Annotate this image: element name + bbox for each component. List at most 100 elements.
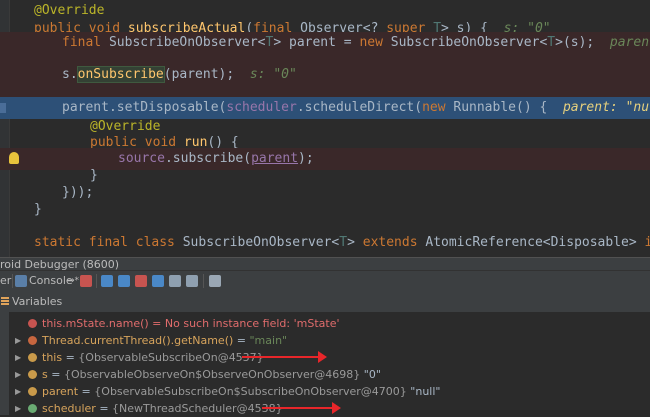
- variable-value: =: [47, 368, 64, 381]
- field-icon: [28, 353, 37, 362]
- toolbar-separator: [203, 274, 204, 288]
- step-out-icon[interactable]: [152, 275, 164, 287]
- keyword: new: [359, 35, 391, 50]
- code-text: .subscribe(: [164, 151, 252, 166]
- show-execution-point-icon[interactable]: [80, 275, 92, 287]
- variable-value: = No such instance field: 'mState': [148, 317, 340, 330]
- step-into-icon[interactable]: [118, 275, 130, 287]
- method-name: onSubscribe: [76, 66, 165, 83]
- debugger-toolbar: er Console →*: [0, 270, 650, 292]
- expand-icon[interactable]: ▶: [15, 349, 21, 366]
- code-text: >(s);: [555, 35, 595, 50]
- console-pin-icon[interactable]: →*: [67, 271, 79, 291]
- run-to-cursor-icon[interactable]: [186, 275, 198, 287]
- variable-entry: scheduler = {NewThreadScheduler@4538}: [42, 400, 283, 417]
- variable-entry: parent = {ObservableSubscribeOn$Subscrib…: [42, 383, 440, 400]
- variable-object-ref: {NewThreadScheduler@4538}: [112, 402, 283, 415]
- variable-name: this.mState.name(): [42, 317, 149, 330]
- console-icon: [15, 275, 27, 287]
- keyword: static final class: [34, 235, 183, 250]
- code-text: s.: [62, 67, 78, 82]
- code-text: SubscribeOnObserver<: [390, 35, 548, 50]
- variables-panel[interactable]: this.mState.name() = No such instance fi…: [0, 312, 650, 415]
- variable-value: =: [95, 402, 113, 415]
- code-text: > parent =: [273, 35, 360, 50]
- variable-value: =: [78, 385, 95, 398]
- variable-value: =: [62, 351, 79, 364]
- variable-row[interactable]: ▶ Thread.currentThread().getName() = "ma…: [0, 332, 650, 349]
- expand-icon[interactable]: ▶: [15, 383, 21, 400]
- code-line-3[interactable]: final SubscribeOnObserver<T> parent = ne…: [0, 32, 650, 54]
- code-text: (parent);: [163, 67, 235, 82]
- variable-row[interactable]: ▶ s = {ObservableObserveOn$ObserveOnObse…: [0, 366, 650, 383]
- variable-ref: parent: [251, 151, 299, 166]
- annotation-arrow-scheduler: [262, 402, 341, 414]
- code-line-11[interactable]: }: [0, 199, 650, 221]
- variable-entry: this = {ObservableSubscribeOn@4537}: [42, 349, 264, 366]
- code-text: >: [347, 235, 363, 250]
- variables-title: Variables: [12, 295, 63, 308]
- variable-tostring: "null": [406, 385, 441, 398]
- variable-name: parent: [42, 385, 79, 398]
- lightbulb-icon[interactable]: [9, 152, 19, 164]
- variable-entry: s = {ObservableObserveOn$ObserveOnObserv…: [42, 366, 381, 383]
- watch-icon: [28, 336, 37, 345]
- variable-name: this: [42, 351, 63, 364]
- inline-debug-value: parent: "null": [609, 35, 650, 50]
- line-4-code: s.onSubscribe(parent); s: "0": [62, 64, 297, 86]
- code-line-4[interactable]: s.onSubscribe(parent); s: "0": [0, 64, 650, 86]
- variable-tostring: "0": [360, 368, 381, 381]
- code-text: .scheduleDirect(: [296, 100, 423, 115]
- line-12-code: static final class SubscribeOnObserver<T…: [34, 232, 650, 254]
- code-text: parent.setDisposable(: [62, 100, 227, 115]
- debugger-title-bar[interactable]: roid Debugger (8600): [0, 257, 650, 271]
- code-editor[interactable]: @Override public void subscribeActual(fi…: [0, 0, 650, 257]
- variable-object-ref: {ObservableSubscribeOn@4537}: [78, 351, 264, 364]
- field-icon: [28, 370, 37, 379]
- keyword: extends: [362, 235, 426, 250]
- variable-row[interactable]: ▶ parent = {ObservableSubscribeOn$Subscr…: [0, 383, 650, 400]
- line-3-code: final SubscribeOnObserver<T> parent = ne…: [62, 32, 650, 54]
- code-text: SubscribeOnObserver<: [182, 235, 340, 250]
- execution-point-icon: [0, 103, 6, 113]
- drop-frame-icon[interactable]: [169, 275, 181, 287]
- field-name: scheduler: [226, 100, 297, 115]
- variable-object-ref: {ObservableSubscribeOn$SubscribeOnObserv…: [94, 385, 407, 398]
- variables-icon: [1, 297, 9, 306]
- keyword: new: [422, 100, 454, 115]
- toolbar-separator: [12, 274, 13, 288]
- expand-icon[interactable]: ▶: [15, 332, 21, 349]
- field-name: source: [118, 151, 165, 166]
- inline-debug-value: parent: "null": [562, 100, 650, 115]
- expand-icon[interactable]: ▶: [15, 366, 21, 383]
- code-line-12[interactable]: static final class SubscribeOnObserver<T…: [0, 232, 650, 254]
- code-text: Runnable() {: [453, 100, 548, 115]
- variable-row[interactable]: this.mState.name() = No such instance fi…: [0, 315, 650, 332]
- type-param: T: [339, 235, 348, 250]
- variable-object-ref: {ObservableObserveOn$ObserveOnObserver@4…: [63, 368, 361, 381]
- infinity-icon: [28, 404, 37, 413]
- variable-entry: Thread.currentThread().getName() = "main…: [42, 332, 287, 349]
- code-text: AtomicReference<Disposable>: [425, 235, 645, 250]
- force-step-into-icon[interactable]: [135, 275, 147, 287]
- field-icon: [28, 387, 37, 396]
- toolbar-separator: [96, 274, 97, 288]
- variable-string-value: "main": [249, 334, 288, 347]
- variable-entry: this.mState.name() = No such instance fi…: [42, 315, 340, 332]
- error-icon: [28, 319, 37, 328]
- variable-value: =: [233, 334, 250, 347]
- annotation-arrow-this: [242, 351, 327, 363]
- inline-debug-value: s: "0": [249, 67, 297, 82]
- code-text: }: [34, 202, 42, 217]
- tab-debugger[interactable]: er: [0, 271, 11, 291]
- type-param: T: [547, 35, 556, 50]
- code-text: SubscribeOnObserver<: [108, 35, 266, 50]
- keyword: final: [62, 35, 109, 50]
- evaluate-expression-icon[interactable]: [209, 275, 221, 287]
- variables-header: Variables: [0, 291, 650, 313]
- code-text: );: [298, 151, 314, 166]
- variable-name: scheduler: [42, 402, 96, 415]
- step-over-icon[interactable]: [101, 275, 113, 287]
- expand-icon[interactable]: ▶: [15, 400, 21, 417]
- keyword: implements: [644, 235, 650, 250]
